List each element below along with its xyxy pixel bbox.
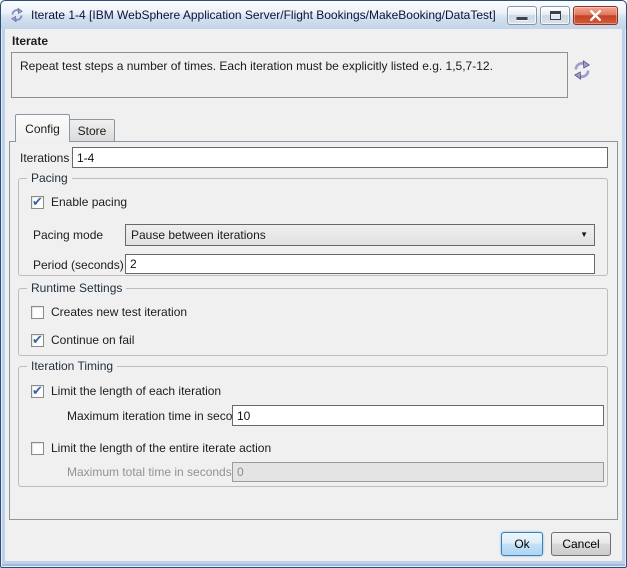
limit-each-iteration-checkbox[interactable] [31,385,44,398]
period-label: Period (seconds) [33,258,124,272]
runtime-settings-group: Runtime Settings Creates new test iterat… [18,288,608,356]
iterations-label: Iterations [20,151,69,165]
close-button[interactable] [573,6,618,25]
iterations-input[interactable] [72,147,608,168]
description-text: Repeat test steps a number of times. Eac… [20,59,493,73]
continue-on-fail-label[interactable]: Continue on fail [51,333,134,347]
titlebar[interactable]: Iterate 1-4 [IBM WebSphere Application S… [1,1,626,29]
iteration-timing-title: Iteration Timing [27,359,117,373]
minimize-button[interactable] [507,6,537,25]
limit-each-iteration-label[interactable]: Limit the length of each iteration [51,384,221,398]
max-iteration-time-label: Maximum iteration time in seconds [67,409,252,423]
limit-entire-action-label[interactable]: Limit the length of the entire iterate a… [51,441,271,455]
dialog-window: Iterate 1-4 [IBM WebSphere Application S… [0,0,627,568]
tab-config[interactable]: Config [15,114,70,142]
ok-button[interactable]: Ok [501,532,543,556]
pacing-group: Pacing Enable pacing Pacing mode Pause b… [18,178,608,276]
period-input[interactable] [125,254,595,274]
max-iteration-time-input[interactable] [232,405,604,426]
continue-on-fail-checkbox[interactable] [31,334,44,347]
iterate-refresh-icon [571,59,593,81]
limit-entire-action-checkbox[interactable] [31,442,44,455]
tab-store[interactable]: Store [70,119,115,142]
window-controls [507,6,618,25]
maximize-button[interactable] [540,6,570,25]
minimize-icon [517,17,528,20]
chevron-down-icon: ▼ [580,231,588,239]
pacing-mode-value: Pause between iterations [131,228,266,242]
config-panel: Iterations Pacing Enable pacing Pacing m… [9,141,618,520]
description-box: Repeat test steps a number of times. Eac… [11,52,568,98]
maximize-icon [550,11,561,20]
cancel-button[interactable]: Cancel [551,532,611,556]
footer-buttons: Ok Cancel [501,532,611,556]
close-icon [589,10,602,21]
max-total-time-input [232,462,604,482]
tab-bar: Config Store [15,114,115,142]
pacing-group-title: Pacing [27,171,72,185]
pacing-mode-label: Pacing mode [33,228,103,242]
runtime-settings-title: Runtime Settings [27,281,126,295]
iteration-timing-group: Iteration Timing Limit the length of eac… [18,366,608,487]
enable-pacing-label[interactable]: Enable pacing [51,195,127,209]
creates-new-test-iteration-label[interactable]: Creates new test iteration [51,305,187,319]
enable-pacing-checkbox[interactable] [31,196,44,209]
pacing-mode-select[interactable]: Pause between iterations ▼ [125,224,595,246]
creates-new-test-iteration-checkbox[interactable] [31,306,44,319]
iterate-icon [9,7,25,23]
max-total-time-label: Maximum total time in seconds [67,465,232,479]
action-title: Iterate [12,34,48,48]
dialog-content: Iterate Repeat test steps a number of ti… [5,29,622,561]
window-title: Iterate 1-4 [IBM WebSphere Application S… [31,8,496,22]
